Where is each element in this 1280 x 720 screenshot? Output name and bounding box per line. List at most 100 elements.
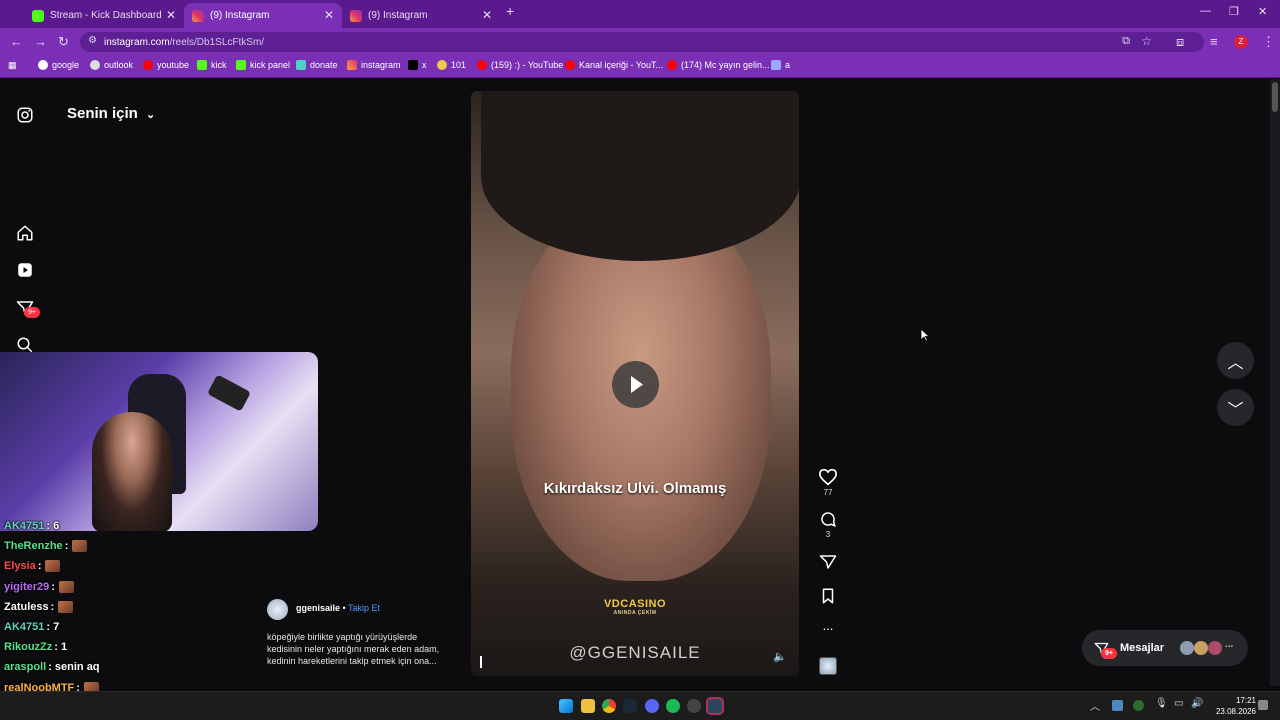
close-tab-icon[interactable]: ✕ [324,8,334,22]
bookmark-mc[interactable]: (174) Mc yayın gelin... [667,60,770,70]
chat-username[interactable]: araspoll [4,661,46,673]
bookmark-kanal[interactable]: Kanal içeriği - YouT... [565,60,663,70]
author-avatar[interactable] [267,599,288,620]
chat-username[interactable]: AK4751 [4,520,44,532]
chat-emote-icon [58,601,74,614]
bookmark-youtube-159[interactable]: (159) :) - YouTube [477,60,563,70]
chat-message: Zatuless: [4,601,74,614]
extensions-icon[interactable]: ⧈ [1176,34,1184,50]
tray-nvidia-icon[interactable] [1133,700,1144,711]
browser-toolbar: ← → ↻ ⚙ instagram.com/reels/Db1SLcFtkSm/… [0,28,1280,56]
chat-username[interactable]: Zatuless [4,601,49,613]
author-username[interactable]: ggenisaile [296,603,340,613]
bookmark-label: (159) :) - YouTube [491,60,564,70]
bookmark-kick[interactable]: kick [197,60,227,70]
chat-text: : [64,540,69,552]
tab-kick-dashboard[interactable]: Stream - Kick Dashboard ✕ [24,3,184,28]
bookmark-label: kick [211,60,227,70]
start-icon[interactable] [559,699,573,713]
follow-button[interactable]: Takip Et [348,603,380,613]
discord-icon[interactable] [645,699,659,713]
close-tab-icon[interactable]: ✕ [482,8,492,22]
post-description[interactable]: köpeğiyle birlikte yaptığı yürüyüşlerde … [267,631,439,667]
site-info-icon[interactable]: ⚙ [88,35,97,46]
like-heart-icon[interactable] [818,468,838,486]
tray-volume-icon[interactable]: 🔊 [1191,698,1203,709]
previous-reel-button[interactable]: ︿ [1217,342,1254,379]
notification-center-icon[interactable] [1258,700,1268,710]
play-button[interactable] [612,361,659,408]
bookmark-kick-panel[interactable]: kick panel [236,60,290,70]
spotify-icon[interactable] [666,699,680,713]
bookmark-label: google [52,60,80,70]
bookmark-star-icon[interactable]: ☆ [1141,34,1152,48]
file-explorer-icon[interactable] [581,699,595,713]
next-reel-button[interactable]: ﹀ [1217,389,1254,426]
chat-username[interactable]: yigiter29 [4,581,49,593]
tray-display-icon[interactable]: ▭ [1174,698,1183,709]
chat-emote-icon [58,581,74,594]
obs-icon[interactable] [687,699,701,713]
bookmark-outlook[interactable]: outlook [90,60,133,70]
clock[interactable]: 17:21 23.08.2026 [1208,695,1256,717]
menu-icon[interactable]: ⋮ [1262,34,1275,50]
home-icon[interactable] [16,224,34,242]
reels-icon[interactable] [16,261,34,279]
tab-title: (9) Instagram [368,10,428,21]
instagram-logo-icon[interactable] [16,106,34,124]
tray-microphone-icon[interactable]: 🎙 [1155,698,1168,709]
bookmark-x[interactable]: x [408,60,427,70]
tab-instagram-active[interactable]: (9) Instagram ✕ [184,3,342,28]
back-icon[interactable]: ← [10,34,23,49]
bookmark-instagram[interactable]: instagram [347,60,401,70]
forward-icon[interactable]: → [34,34,47,49]
steam-active-icon[interactable] [706,697,724,715]
separator-dot: • [342,603,346,613]
messages-badge: 9+ [1101,648,1117,659]
coin-icon [437,60,447,70]
media-control-icon[interactable]: ≡ [1210,34,1218,49]
more-options-icon[interactable]: ... [818,619,838,632]
feed-selector[interactable]: Senin için ⌄ [67,105,155,122]
tray-chevron-icon[interactable]: ︿ [1090,698,1100,713]
bookmark-a[interactable]: a [771,60,790,70]
comment-icon[interactable] [818,510,838,528]
video-watermark-brand: VDCASINO ANINDA ÇEKİM [471,598,799,616]
messages-pill[interactable]: 9+ Mesajlar ... [1082,630,1248,666]
chat-text: : [37,560,42,572]
google-icon [38,60,48,70]
reload-icon[interactable]: ↻ [58,34,69,50]
chat-emote-icon [72,540,88,553]
bookmark-101[interactable]: 101 [437,60,466,70]
bookmark-donate[interactable]: donate [296,60,338,70]
chat-text: : 1 [54,641,68,653]
bookmark-youtube[interactable]: youtube [143,60,189,70]
chat-username[interactable]: AK4751 [4,621,44,633]
message-avatar [1208,641,1222,655]
apps-icon[interactable]: ▦ [8,60,17,71]
restore-icon[interactable]: ❐ [1229,5,1239,18]
bookmark-google[interactable]: google [38,60,79,70]
steam-icon[interactable] [623,699,637,713]
chrome-icon[interactable] [602,699,616,713]
like-count: 77 [823,488,833,497]
chat-username[interactable]: TheRenzhe [4,540,63,552]
minimize-icon[interactable]: — [1200,5,1211,17]
new-tab-button[interactable]: + [506,3,514,19]
scrollbar-thumb[interactable] [1272,82,1278,112]
chat-username[interactable]: Elysia [4,560,36,572]
clock-time: 17:21 [1235,696,1256,705]
close-window-icon[interactable]: ✕ [1258,5,1267,18]
install-app-icon[interactable]: ⧉ [1122,35,1130,48]
chat-username[interactable]: RikouzZz [4,641,52,653]
tab-instagram[interactable]: (9) Instagram ✕ [342,3,500,28]
page-scrollbar[interactable] [1270,79,1280,686]
address-bar[interactable]: ⚙ instagram.com/reels/Db1SLcFtkSm/ ⧉ ☆ [80,32,1204,52]
save-bookmark-icon[interactable] [818,587,838,605]
share-icon[interactable] [818,553,838,571]
tray-steam-icon[interactable] [1112,700,1123,711]
profile-avatar[interactable]: Z [1234,35,1248,49]
post-author-row: ggenisaile • Takip Et [296,603,380,613]
close-tab-icon[interactable]: ✕ [166,8,176,22]
audio-thumbnail[interactable] [819,657,837,675]
